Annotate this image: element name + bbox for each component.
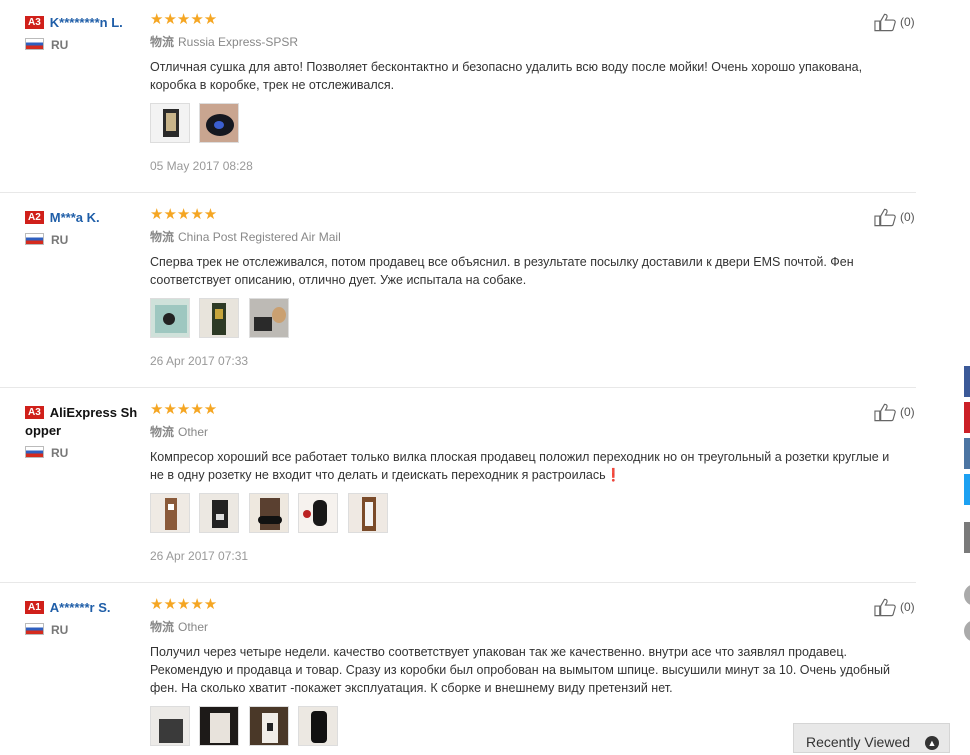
reviewer-country: RU [25,446,143,460]
helpful-button[interactable]: (0) [874,207,915,227]
helpful-count: (0) [900,600,915,614]
review-photos [150,706,890,748]
reviewer-name-line[interactable]: A3 K********n L. [25,14,143,32]
reviewer-info: A1 A******r S. RU [25,599,143,637]
review-photo-thumbnail[interactable] [298,706,339,746]
recently-viewed-label: Recently Viewed [806,734,911,750]
russia-flag-icon [25,38,44,50]
reviewer-country: RU [25,623,143,637]
review-item: A3 AliExpress Shopper RU ★★★★★ 物流 Other Ко… [0,390,916,583]
shipping-value: Russia Express-SPSR [178,35,299,49]
shipping-method: 物流 Other [150,423,890,440]
share-twitter-button[interactable] [964,474,970,505]
share-vk-button[interactable] [964,438,970,469]
buyer-level-badge: A3 [25,406,44,419]
review-photos [150,103,890,145]
chevron-up-icon: ▲ [925,736,939,750]
reviewer-info: A3 AliExpress Shopper RU [25,404,143,460]
thumbs-up-icon [874,13,896,32]
helpful-count: (0) [900,15,915,29]
recently-viewed-tab[interactable]: Recently Viewed ▲ [793,723,950,753]
review-photo-thumbnail[interactable] [199,103,240,143]
review-date: 05 May 2017 08:28 [150,159,253,173]
shipping-label: 物流 [150,230,175,244]
review-photo-thumbnail[interactable] [298,493,339,533]
review-photos [150,493,890,535]
shipping-label: 物流 [150,35,175,49]
review-photo-thumbnail[interactable] [150,493,190,533]
reviewer-name-line[interactable]: A3 AliExpress Shopper [25,404,143,440]
scrollbar[interactable] [950,0,964,747]
helpful-count: (0) [900,405,915,419]
review-photo-thumbnail[interactable] [248,706,289,746]
shipping-label: 物流 [150,425,175,439]
shipping-method: 物流 China Post Registered Air Mail [150,228,890,245]
reviewer-info: A2 M***a K. RU [25,209,143,247]
review-date: 26 Apr 2017 07:33 [150,354,249,368]
shipping-value: China Post Registered Air Mail [178,230,341,244]
review-photo-thumbnail[interactable] [347,493,388,533]
russia-flag-icon [25,446,44,458]
review-content: ★★★★★ 物流 China Post Registered Air Mail С… [150,207,890,368]
country-code: RU [51,446,69,460]
review-item: A1 A******r S. RU ★★★★★ 物流 Other Получил ч… [0,585,916,755]
review-item: A3 K********n L. RU ★★★★★ 物流 Russia Expres… [0,0,916,193]
review-item: A2 M***a K. RU ★★★★★ 物流 China Post Registe… [0,195,916,388]
share-pinterest-button[interactable] [964,402,970,433]
country-code: RU [51,38,69,52]
review-photo-thumbnail[interactable] [150,706,190,746]
review-content: ★★★★★ 物流 Other Получил через четыре недел… [150,597,890,748]
thumbs-up-icon [874,403,896,422]
helpful-button[interactable]: (0) [874,597,915,617]
review-content: ★★★★★ 物流 Other Компресор хороший все рабо… [150,402,890,563]
country-code: RU [51,233,69,247]
share-more-button[interactable] [964,522,970,553]
shipping-method: 物流 Russia Express-SPSR [150,33,890,50]
buyer-level-badge: A1 [25,601,44,614]
star-rating: ★★★★★ [150,11,218,28]
reviewer-info: A3 K********n L. RU [25,14,143,52]
review-photo-thumbnail[interactable] [248,298,289,338]
reviewer-name-line[interactable]: A1 A******r S. [25,599,143,617]
review-content: ★★★★★ 物流 Russia Express-SPSR Отличная суш… [150,12,890,173]
buyer-level-badge: A2 [25,211,44,224]
star-rating: ★★★★★ [150,206,218,223]
review-photo-thumbnail[interactable] [199,493,240,533]
review-photo-thumbnail[interactable] [248,493,289,533]
thumbs-up-icon [874,208,896,227]
country-code: RU [51,623,69,637]
review-photo-thumbnail[interactable] [150,298,190,338]
review-photos [150,298,890,340]
review-photo-thumbnail[interactable] [150,103,190,143]
reviewer-country: RU [25,233,143,247]
review-photo-thumbnail[interactable] [199,298,240,338]
helpful-button[interactable]: (0) [874,402,915,422]
shipping-value: Other [178,620,209,634]
back-to-top-icon[interactable] [964,584,970,606]
russia-flag-icon [25,233,44,245]
buyer-level-badge: A3 [25,16,44,29]
feedback-icon[interactable] [964,620,970,642]
review-text: Компресор хороший все работает только ви… [150,450,890,482]
review-text: Отличная сушка для авто! Позволяет беско… [150,60,863,92]
share-facebook-button[interactable] [964,366,970,397]
helpful-count: (0) [900,210,915,224]
helpful-button[interactable]: (0) [874,12,915,32]
review-date: 26 Apr 2017 07:31 [150,549,249,563]
review-text: Получил через четыре недели. качество со… [150,645,890,695]
star-rating: ★★★★★ [150,596,218,613]
reviewer-name[interactable]: M***a K. [50,210,100,225]
reviewer-name-line[interactable]: A2 M***a K. [25,209,143,227]
shipping-method: 物流 Other [150,618,890,635]
review-photo-thumbnail[interactable] [199,706,240,746]
thumbs-up-icon [874,598,896,617]
shipping-label: 物流 [150,620,175,634]
russia-flag-icon [25,623,44,635]
review-text: Сперва трек не отслеживался, потом прода… [150,255,854,287]
star-rating: ★★★★★ [150,401,218,418]
shipping-value: Other [178,425,209,439]
reviewer-name[interactable]: K********n L. [50,15,123,30]
reviewer-country: RU [25,38,143,52]
reviewer-name[interactable]: A******r S. [50,600,111,615]
